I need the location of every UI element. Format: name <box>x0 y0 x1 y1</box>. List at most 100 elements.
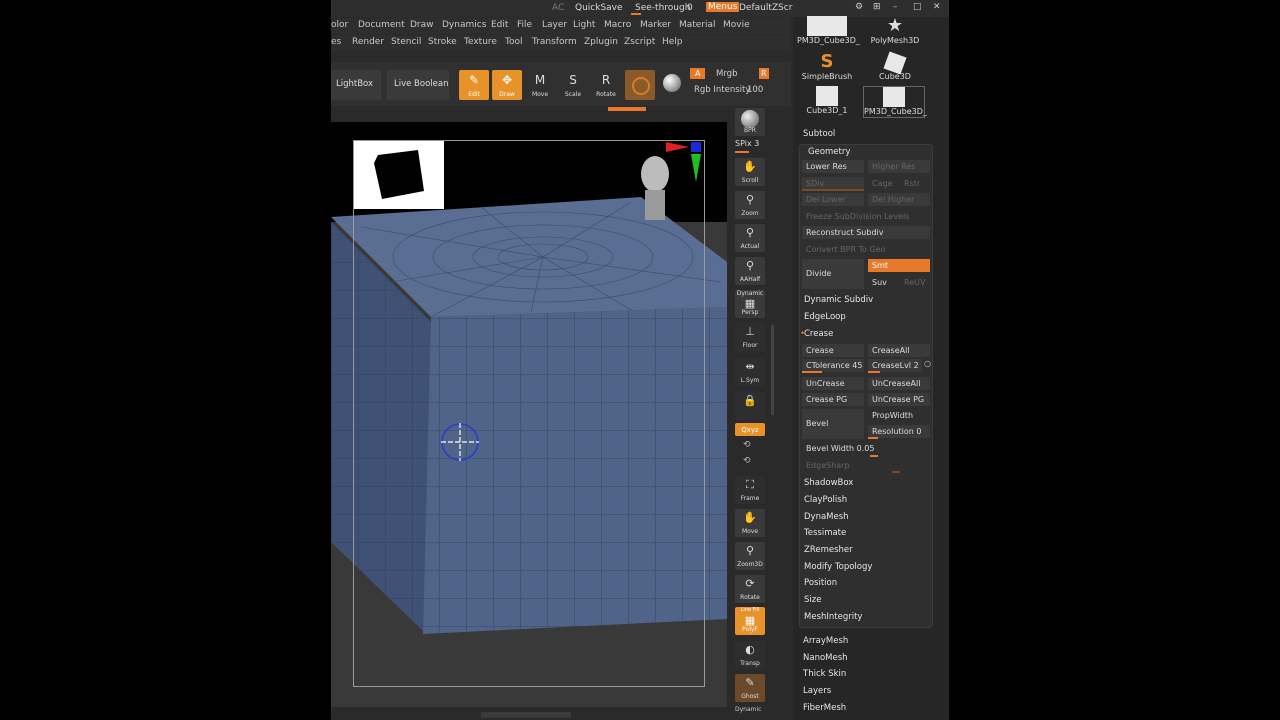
menu-material[interactable]: Material <box>679 20 716 30</box>
divide-button[interactable]: Divide <box>802 259 864 289</box>
lock-button[interactable]: 🔒 <box>735 392 765 420</box>
menu-dynamics[interactable]: Dynamics <box>442 20 486 30</box>
bpr-button[interactable]: BPR <box>735 108 765 136</box>
settings-icon[interactable]: ⚙ <box>855 2 863 12</box>
a-toggle[interactable]: A <box>690 68 706 79</box>
bevel-button[interactable]: Bevel <box>802 409 864 439</box>
reconstruct-subdiv-button[interactable]: Reconstruct Subdiv <box>802 226 930 239</box>
tool-thumb-pm3d-cube-active[interactable]: PM3D_Cube3D_ <box>863 86 927 118</box>
quicksave-button[interactable]: QuickSave <box>575 3 623 13</box>
tool-thumb-cube3d-1[interactable]: Cube3D_1 <box>797 86 857 116</box>
rgb-intensity-label[interactable]: Rgb Intensity <box>694 85 750 95</box>
lsym-button[interactable]: ⇹ L.Sym <box>735 358 765 386</box>
rotate-button[interactable]: R Rotate <box>591 70 621 100</box>
menu-edit[interactable]: Edit <box>491 20 508 30</box>
smt-toggle[interactable]: Smt <box>868 259 930 272</box>
menu-zscript[interactable]: Zscript <box>624 37 655 47</box>
layout-icon[interactable]: ⊞ <box>873 2 881 12</box>
uncrease-button[interactable]: UnCrease <box>802 377 864 390</box>
rotate-z-icon[interactable]: ⟲ <box>743 456 751 466</box>
zoom3d-button[interactable]: ⚲ Zoom3D <box>735 542 765 570</box>
see-through-slider[interactable]: See-through <box>635 3 690 13</box>
zremesher-header[interactable]: ZRemesher <box>804 545 853 555</box>
menu-draw[interactable]: Draw <box>410 20 434 30</box>
lightbox-button[interactable]: LightBox <box>336 79 373 89</box>
subtool-header[interactable]: Subtool <box>803 129 835 139</box>
move-view-button[interactable]: ✋ Move <box>735 509 765 537</box>
edgeloop-header[interactable]: EdgeLoop <box>804 312 846 322</box>
menu-stencil[interactable]: Stencil <box>391 37 421 47</box>
brush-preview[interactable] <box>625 70 655 100</box>
shadowbox-header[interactable]: ShadowBox <box>804 478 853 488</box>
freeze-subdivision-button[interactable]: Freeze SubDivision Levels <box>802 210 930 223</box>
aahalf-button[interactable]: ⚲ AAHalf <box>735 257 765 285</box>
live-boolean-button[interactable]: Live Boolean <box>394 79 448 89</box>
tool-thumb-cube3d[interactable]: Cube3D <box>865 51 925 82</box>
actual-button[interactable]: ⚲ Actual <box>735 224 765 252</box>
material-sphere-icon[interactable] <box>663 74 681 92</box>
tessimate-header[interactable]: Tessimate <box>804 528 846 538</box>
del-higher-button[interactable]: Del Higher <box>868 193 930 206</box>
cage-button[interactable]: Cage <box>868 177 898 190</box>
menu-render[interactable]: Render <box>352 37 384 47</box>
thick-skin-header[interactable]: Thick Skin <box>803 669 846 679</box>
del-lower-button[interactable]: Del Lower <box>802 193 864 206</box>
move-button[interactable]: M Move <box>525 70 555 100</box>
navigation-thumbnail[interactable] <box>354 141 444 209</box>
nanomesh-header[interactable]: NanoMesh <box>803 653 848 663</box>
propwidth-toggle[interactable]: PropWidth <box>868 409 930 422</box>
spix-slider[interactable]: SPix 3 <box>735 139 759 148</box>
meshintegrity-header[interactable]: MeshIntegrity <box>804 612 862 622</box>
scale-button[interactable]: S Scale <box>558 70 588 100</box>
horizontal-scrollbar[interactable] <box>481 712 571 718</box>
menu-tool[interactable]: Tool <box>505 37 522 47</box>
menu-color[interactable]: olor <box>331 20 348 30</box>
reuv-toggle[interactable]: ReUV <box>900 276 930 289</box>
canvas-viewport[interactable] <box>331 122 727 707</box>
creaseall-button[interactable]: CreaseAll <box>868 344 930 357</box>
claypolish-header[interactable]: ClayPolish <box>804 495 847 505</box>
draw-button[interactable]: ✥ Draw <box>492 70 522 100</box>
crease-pg-button[interactable]: Crease PG <box>802 393 864 406</box>
zoom-button[interactable]: ⚲ Zoom <box>735 191 765 219</box>
minimize-icon[interactable]: – <box>893 2 898 12</box>
dynamesh-header[interactable]: DynaMesh <box>804 512 849 522</box>
rotate-view-button[interactable]: ⟳ Rotate <box>735 575 765 603</box>
convert-bpr-button[interactable]: Convert BPR To Geo <box>802 243 930 256</box>
frame-button[interactable]: ⛶ Frame <box>735 476 765 504</box>
shelf-scrollbar[interactable] <box>771 325 774 415</box>
rstr-button[interactable]: Rstr <box>900 177 930 190</box>
uncrease-pg-button[interactable]: UnCrease PG <box>868 393 930 406</box>
menu-light[interactable]: Light <box>573 20 595 30</box>
menu-texture[interactable]: Texture <box>464 37 497 47</box>
geometry-header[interactable]: Geometry <box>808 147 850 157</box>
persp-button[interactable]: Dynamic ▦ Persp <box>735 290 765 318</box>
mrgb-toggle[interactable]: Mrgb <box>716 69 737 79</box>
crease-button[interactable]: Crease <box>802 344 864 357</box>
bevel-width-slider[interactable]: Bevel Width 0.05 <box>802 442 930 455</box>
ghost-button[interactable]: ✎ Ghost <box>735 674 765 702</box>
polyf-button[interactable]: Line Fill ▦ PolyF <box>735 607 765 635</box>
menu-help[interactable]: Help <box>662 37 683 47</box>
arraymesh-header[interactable]: ArrayMesh <box>803 636 848 646</box>
menu-layer[interactable]: Layer <box>542 20 567 30</box>
edit-button[interactable]: ✎ Edit <box>459 70 489 100</box>
menu-document[interactable]: Document <box>358 20 405 30</box>
creaselvl-option-icon[interactable]: ○ <box>924 359 931 368</box>
size-header[interactable]: Size <box>804 595 821 605</box>
transp-button[interactable]: ◐ Transp <box>735 641 765 669</box>
fibermesh-header[interactable]: FiberMesh <box>803 703 846 713</box>
menu-macro[interactable]: Macro <box>604 20 631 30</box>
menu-stroke[interactable]: Stroke <box>428 37 457 47</box>
layers-header[interactable]: Layers <box>803 686 831 696</box>
menu-zplugin[interactable]: Zplugin <box>584 37 618 47</box>
maximize-icon[interactable]: □ <box>913 2 922 12</box>
modify-topology-header[interactable]: Modify Topology <box>804 562 872 572</box>
lower-res-button[interactable]: Lower Res <box>802 160 864 173</box>
position-header[interactable]: Position <box>804 578 837 588</box>
scroll-button[interactable]: ✋ Scroll <box>735 158 765 186</box>
tool-thumb-polymesh[interactable]: ★ PolyMesh3D <box>865 16 925 46</box>
menu-file[interactable]: File <box>517 20 532 30</box>
tool-thumb-simplebrush[interactable]: S SimpleBrush <box>797 52 857 82</box>
menu-movie[interactable]: Movie <box>723 20 750 30</box>
